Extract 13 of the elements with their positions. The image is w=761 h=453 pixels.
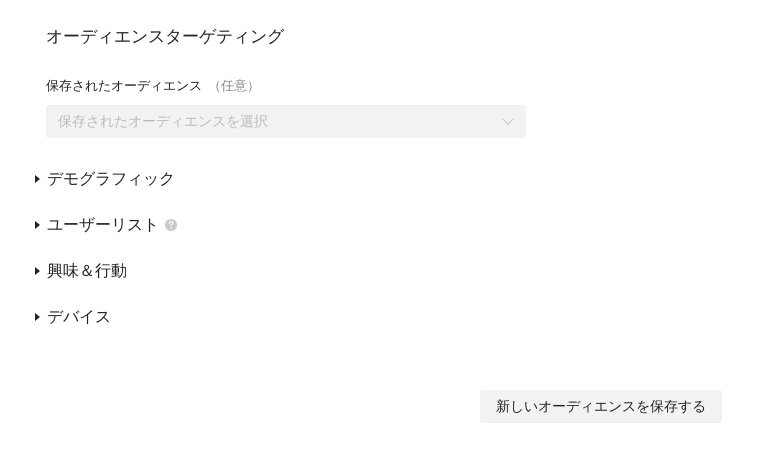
section-header[interactable]: 興味＆行動	[47, 260, 127, 282]
caret-right-icon[interactable]	[34, 313, 41, 321]
caret-right-icon[interactable]	[34, 221, 41, 229]
section-header[interactable]: ユーザーリスト	[47, 214, 159, 236]
caret-right-icon[interactable]	[34, 267, 41, 275]
caret-right-icon[interactable]	[34, 175, 41, 183]
chevron-down-icon	[502, 118, 514, 126]
section-title: オーディエンスターゲティング	[46, 26, 286, 49]
section-header[interactable]: デバイス	[47, 306, 111, 328]
optional-note: （任意）	[208, 79, 260, 94]
field-label: 保存されたオーディエンス	[46, 79, 202, 94]
save-audience-button[interactable]: 新しいオーディエンスを保存する	[480, 390, 722, 423]
section-header[interactable]: デモグラフィック	[47, 168, 175, 190]
